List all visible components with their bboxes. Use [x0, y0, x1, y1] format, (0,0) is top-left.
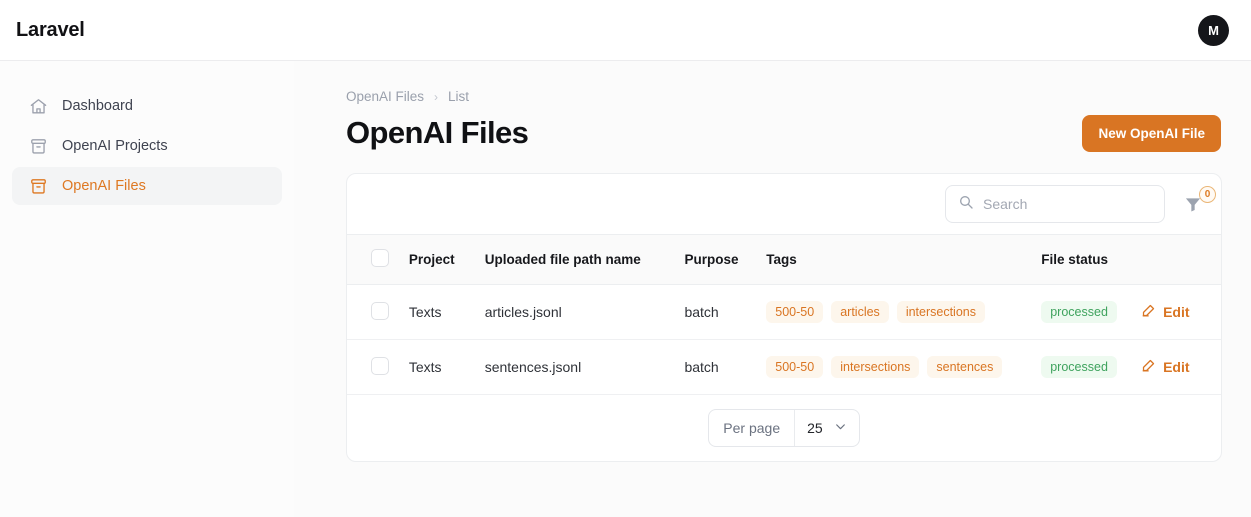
cell-path: articles.jsonl	[484, 284, 685, 340]
select-all-checkbox[interactable]	[371, 249, 389, 267]
row-checkbox[interactable]	[371, 301, 389, 320]
files-card: 0 Project Uploaded file path name Purpos…	[346, 173, 1222, 462]
per-page-label: Per page	[709, 410, 796, 446]
row-checkbox[interactable]	[371, 356, 389, 375]
select-all-header	[347, 234, 409, 285]
sidebar-item-label: OpenAI Projects	[62, 138, 168, 154]
tag: 500-50	[766, 356, 824, 378]
table-head: Project Uploaded file path name Purpose …	[347, 234, 1221, 285]
cell-actions: Edit	[1141, 284, 1221, 340]
search-icon	[958, 194, 974, 215]
home-icon	[28, 96, 48, 116]
files-table: Project Uploaded file path name Purpose …	[347, 234, 1221, 395]
table-row[interactable]: Texts sentences.jsonl batch 500-50 inter…	[347, 339, 1221, 395]
tag: intersections	[831, 356, 920, 378]
cell-purpose: batch	[684, 339, 767, 395]
search-input[interactable]	[983, 196, 1164, 212]
sidebar-item-openai-files[interactable]: OpenAI Files	[12, 167, 282, 205]
row-select-cell	[347, 284, 409, 340]
row-select-cell	[347, 339, 409, 395]
page-header: OpenAI Files New OpenAI File	[346, 112, 1221, 154]
card-toolbar: 0	[347, 174, 1221, 234]
column-header-tags: Tags	[766, 234, 1042, 285]
app-root: Laravel M Dashboard OpenAI Projects Open…	[0, 0, 1251, 517]
sidebar: Dashboard OpenAI Projects OpenAI Files	[0, 61, 294, 517]
edit-label: Edit	[1163, 304, 1190, 320]
sidebar-item-openai-projects[interactable]: OpenAI Projects	[12, 127, 282, 165]
breadcrumb-root[interactable]: OpenAI Files	[346, 89, 424, 104]
brand-logo[interactable]: Laravel	[16, 19, 85, 42]
main-content: OpenAI Files › List OpenAI Files New Ope…	[294, 61, 1251, 517]
avatar[interactable]: M	[1198, 14, 1229, 46]
cell-purpose: batch	[684, 284, 767, 340]
tag-list: 500-50 intersections sentences	[766, 356, 1041, 378]
cell-actions: Edit	[1141, 339, 1221, 395]
breadcrumb: OpenAI Files › List	[346, 89, 1221, 104]
filter-count-badge: 0	[1199, 186, 1216, 203]
column-header-purpose: Purpose	[684, 234, 767, 285]
edit-button[interactable]: Edit	[1141, 303, 1190, 321]
cell-project: Texts	[408, 284, 485, 340]
table-body: Texts articles.jsonl batch 500-50 articl…	[347, 284, 1221, 395]
column-header-project: Project	[408, 234, 485, 285]
cell-path: sentences.jsonl	[484, 339, 685, 395]
per-page-control[interactable]: Per page 25	[708, 409, 860, 447]
per-page-value: 25	[807, 420, 823, 436]
tag: intersections	[896, 301, 985, 323]
edit-button[interactable]: Edit	[1141, 358, 1190, 376]
search-field[interactable]	[945, 185, 1165, 223]
archive-box-icon	[28, 136, 48, 156]
cell-project: Texts	[408, 339, 485, 395]
sidebar-item-label: OpenAI Files	[62, 178, 146, 194]
edit-pencil-icon	[1141, 303, 1156, 321]
chevron-right-icon: ›	[434, 89, 439, 104]
page-title: OpenAI Files	[346, 115, 529, 150]
status-badge: processed	[1041, 356, 1117, 378]
cell-tags: 500-50 articles intersections	[766, 284, 1042, 340]
breadcrumb-current: List	[448, 89, 470, 104]
column-header-path: Uploaded file path name	[484, 234, 685, 285]
edit-pencil-icon	[1141, 358, 1156, 376]
per-page-select[interactable]: 25	[795, 410, 859, 446]
sidebar-item-dashboard[interactable]: Dashboard	[12, 87, 282, 125]
table-header-row: Project Uploaded file path name Purpose …	[347, 234, 1221, 285]
new-openai-file-button[interactable]: New OpenAI File	[1082, 114, 1221, 152]
status-badge: processed	[1041, 301, 1117, 323]
cell-file-status: processed	[1041, 284, 1142, 340]
column-header-file-status: File status	[1041, 234, 1142, 285]
table-footer: Per page 25	[347, 395, 1221, 461]
filter-button[interactable]: 0	[1179, 186, 1216, 219]
tag-list: 500-50 articles intersections	[766, 301, 1041, 323]
sidebar-item-label: Dashboard	[62, 98, 133, 114]
tag: 500-50	[766, 301, 824, 323]
chevron-down-icon	[834, 420, 847, 436]
cell-tags: 500-50 intersections sentences	[766, 339, 1042, 395]
tag: sentences	[927, 356, 1003, 378]
archive-box-icon	[28, 176, 48, 196]
table-row[interactable]: Texts articles.jsonl batch 500-50 articl…	[347, 284, 1221, 340]
cell-file-status: processed	[1041, 339, 1142, 395]
edit-label: Edit	[1163, 359, 1190, 375]
page-body: Dashboard OpenAI Projects OpenAI Files O…	[0, 61, 1251, 517]
top-navigation-bar: Laravel M	[0, 0, 1251, 61]
column-header-actions	[1141, 234, 1221, 285]
tag: articles	[831, 301, 889, 323]
